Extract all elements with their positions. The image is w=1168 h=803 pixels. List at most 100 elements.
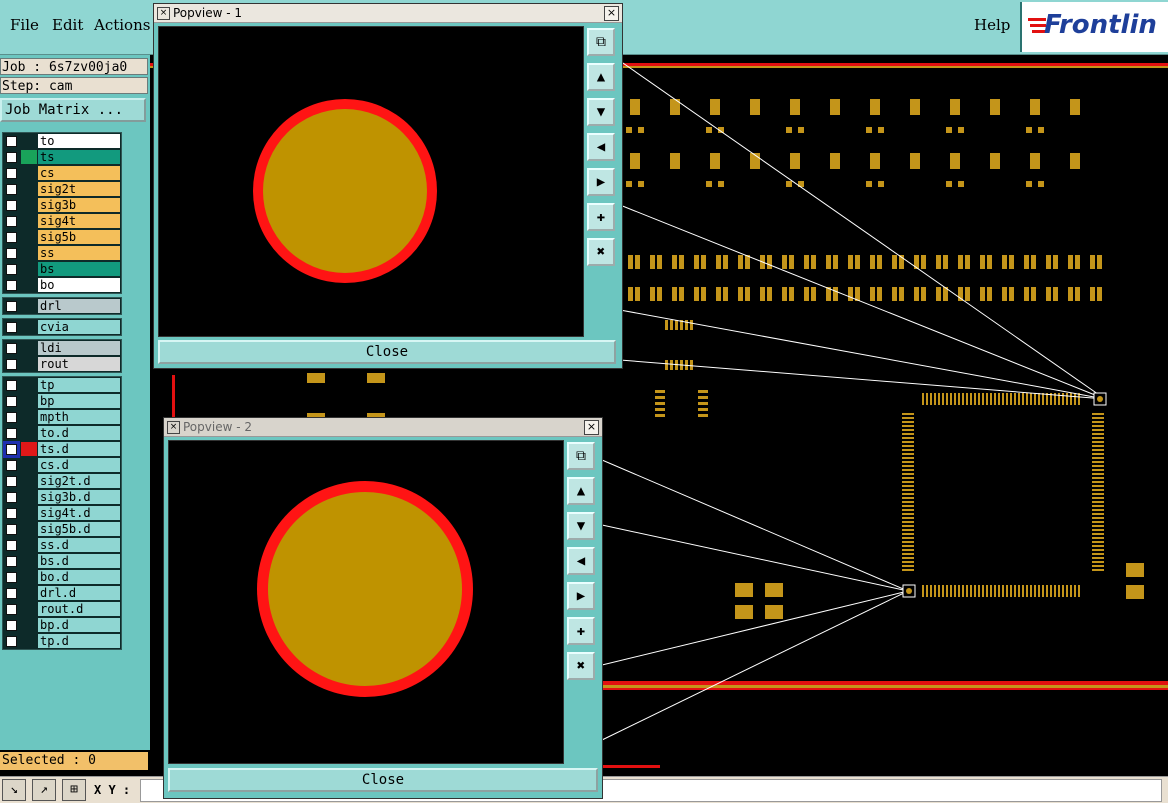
layer-name[interactable]: to.d: [38, 426, 120, 440]
layer-row[interactable]: sig4t: [3, 213, 121, 229]
layer-checkbox[interactable]: [6, 184, 17, 195]
layer-checkbox[interactable]: [6, 604, 17, 615]
zoom-out-icon[interactable]: ✖: [567, 652, 595, 680]
pan-up-icon[interactable]: ▲: [587, 63, 615, 91]
zoom-in-icon[interactable]: ✚: [567, 617, 595, 645]
layer-color-swatch[interactable]: [21, 134, 37, 148]
layer-checkbox[interactable]: [6, 359, 17, 370]
layer-color-swatch[interactable]: [21, 426, 37, 440]
layer-row[interactable]: ss.d: [3, 537, 121, 553]
layer-color-swatch[interactable]: [21, 618, 37, 632]
layer-checkbox[interactable]: [6, 428, 17, 439]
layer-name[interactable]: rout.d: [38, 602, 120, 616]
zoom-in-icon[interactable]: ✚: [587, 203, 615, 231]
layer-checkbox[interactable]: [6, 636, 17, 647]
layer-color-swatch[interactable]: [21, 230, 37, 244]
layer-checkbox[interactable]: [6, 216, 17, 227]
pan-right-icon[interactable]: ▶: [567, 582, 595, 610]
grid-icon[interactable]: ⊞: [62, 779, 86, 801]
zoom-area-icon[interactable]: ↘: [2, 779, 26, 801]
layer-checkbox[interactable]: [6, 556, 17, 567]
layer-row[interactable]: ldi: [3, 340, 121, 356]
menu-help[interactable]: Help: [974, 16, 1010, 34]
layer-row[interactable]: sig3b: [3, 197, 121, 213]
layer-checkbox[interactable]: [6, 524, 17, 535]
layer-color-swatch[interactable]: [21, 262, 37, 276]
layer-checkbox[interactable]: [6, 343, 17, 354]
layer-color-swatch[interactable]: [21, 357, 37, 371]
measure-icon[interactable]: ↗: [32, 779, 56, 801]
pan-down-icon[interactable]: ▼: [587, 98, 615, 126]
layer-row[interactable]: sig5b.d: [3, 521, 121, 537]
layer-color-swatch[interactable]: [21, 538, 37, 552]
layer-row[interactable]: sig4t.d: [3, 505, 121, 521]
layer-name[interactable]: tp.d: [38, 634, 120, 648]
layer-row[interactable]: sig2t: [3, 181, 121, 197]
window-menu-icon[interactable]: ×: [157, 7, 170, 20]
pan-up-icon[interactable]: ▲: [567, 477, 595, 505]
layer-color-swatch[interactable]: [21, 182, 37, 196]
layer-row[interactable]: ts.d: [3, 441, 121, 458]
layer-checkbox[interactable]: [3, 441, 20, 458]
layer-checkbox[interactable]: [6, 232, 17, 243]
layer-color-swatch[interactable]: [21, 442, 37, 456]
popview-1-close-button[interactable]: Close: [158, 340, 616, 364]
pan-down-icon[interactable]: ▼: [567, 512, 595, 540]
layer-checkbox[interactable]: [6, 168, 17, 179]
job-matrix-button[interactable]: Job Matrix ...: [0, 98, 146, 122]
layer-name[interactable]: sig5b.d: [38, 522, 120, 536]
layer-checkbox[interactable]: [6, 540, 17, 551]
pan-left-icon[interactable]: ◀: [587, 133, 615, 161]
layer-row[interactable]: bs: [3, 261, 121, 277]
zoom-out-icon[interactable]: ✖: [587, 238, 615, 266]
layer-checkbox[interactable]: [6, 322, 17, 333]
layer-checkbox[interactable]: [6, 200, 17, 211]
layer-row[interactable]: drl: [3, 298, 121, 314]
layer-checkbox[interactable]: [6, 264, 17, 275]
layer-color-swatch[interactable]: [21, 320, 37, 334]
layer-name[interactable]: to: [38, 134, 120, 148]
layer-name[interactable]: drl.d: [38, 586, 120, 600]
menu-edit[interactable]: Edit: [52, 16, 83, 34]
layer-checkbox[interactable]: [6, 572, 17, 583]
layer-name[interactable]: cvia: [38, 320, 120, 334]
popview-1-canvas[interactable]: [158, 26, 584, 337]
popview-1-titlebar[interactable]: × Popview - 1 ×: [154, 4, 622, 23]
layer-checkbox[interactable]: [6, 280, 17, 291]
layer-row[interactable]: ts: [3, 149, 121, 165]
layer-color-swatch[interactable]: [21, 602, 37, 616]
layer-checkbox[interactable]: [6, 588, 17, 599]
layer-color-swatch[interactable]: [21, 586, 37, 600]
layer-name[interactable]: bs: [38, 262, 120, 276]
layer-color-swatch[interactable]: [21, 458, 37, 472]
layer-name[interactable]: bs.d: [38, 554, 120, 568]
popview-2-titlebar[interactable]: × Popview - 2 ×: [164, 418, 602, 437]
layer-color-swatch[interactable]: [21, 570, 37, 584]
layer-name[interactable]: cs.d: [38, 458, 120, 472]
layer-row[interactable]: rout: [3, 356, 121, 372]
layer-row[interactable]: sig2t.d: [3, 473, 121, 489]
close-icon[interactable]: ×: [604, 6, 619, 21]
layer-row[interactable]: to: [3, 133, 121, 149]
layer-checkbox[interactable]: [6, 248, 17, 259]
layer-row[interactable]: bp.d: [3, 617, 121, 633]
layer-checkbox[interactable]: [6, 508, 17, 519]
layer-name[interactable]: sig3b: [38, 198, 120, 212]
layer-color-swatch[interactable]: [21, 150, 37, 164]
popview-2-close-button[interactable]: Close: [168, 768, 598, 792]
layer-name[interactable]: ts.d: [38, 442, 120, 456]
layer-color-swatch[interactable]: [21, 299, 37, 313]
layer-row[interactable]: drl.d: [3, 585, 121, 601]
layer-name[interactable]: drl: [38, 299, 120, 313]
zoom-fit-icon[interactable]: ⧉: [567, 442, 595, 470]
layer-row[interactable]: to.d: [3, 425, 121, 441]
layer-name[interactable]: bp.d: [38, 618, 120, 632]
layer-name[interactable]: bp: [38, 394, 120, 408]
layer-checkbox[interactable]: [6, 620, 17, 631]
layer-color-swatch[interactable]: [21, 166, 37, 180]
layer-name[interactable]: mpth: [38, 410, 120, 424]
layer-name[interactable]: sig5b: [38, 230, 120, 244]
layer-checkbox[interactable]: [6, 301, 17, 312]
layer-name[interactable]: ldi: [38, 341, 120, 355]
layer-color-swatch[interactable]: [21, 474, 37, 488]
